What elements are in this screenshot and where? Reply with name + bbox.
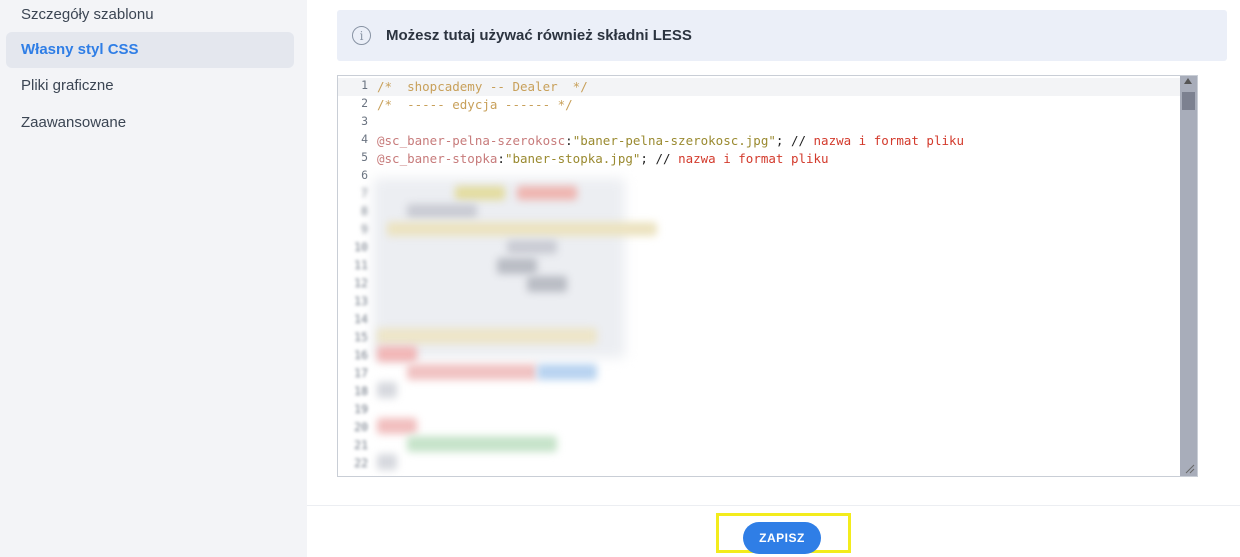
line-number: 3 xyxy=(361,114,368,128)
scroll-up-arrow-icon[interactable] xyxy=(1184,78,1192,84)
sidebar-item-template-details[interactable]: Szczegóły szablonu xyxy=(6,0,294,33)
code-line: /* ----- edycja ------ */ xyxy=(377,97,573,112)
blurred-code xyxy=(455,186,505,200)
line-number: 6 xyxy=(361,168,368,182)
line-number: 18 xyxy=(354,384,368,398)
info-circle-icon: i xyxy=(352,26,371,45)
line-number: 9 xyxy=(361,222,368,236)
blurred-code xyxy=(407,364,537,380)
blurred-code xyxy=(517,186,577,200)
info-banner: i Możesz tutaj używać również składni LE… xyxy=(337,10,1227,61)
blurred-code xyxy=(527,276,567,292)
code-line: /* shopcademy -- Dealer */ xyxy=(377,79,588,94)
blurred-code xyxy=(377,382,397,398)
css-code-editor[interactable]: 1 2 3 4 5 6 7 8 9 10 11 12 13 14 15 16 1… xyxy=(337,75,1198,477)
line-number: 8 xyxy=(361,204,368,218)
footer-bar: ZAPISZ xyxy=(307,505,1240,557)
line-number: 1 xyxy=(361,78,368,92)
blurred-code xyxy=(407,204,477,218)
line-number: 16 xyxy=(354,348,368,362)
line-number: 11 xyxy=(354,258,368,272)
blurred-code xyxy=(497,258,537,274)
editor-scrollbar[interactable] xyxy=(1180,76,1197,476)
sidebar-item-advanced[interactable]: Zaawansowane xyxy=(6,105,294,141)
blurred-code xyxy=(407,436,557,452)
code-line: @sc_baner-pelna-szerokosc:"baner-pelna-s… xyxy=(377,133,965,148)
code-line: @sc_baner-stopka:"baner-stopka.jpg"; // … xyxy=(377,151,829,166)
line-number: 20 xyxy=(354,420,368,434)
blurred-code xyxy=(377,328,597,344)
blurred-code xyxy=(537,364,597,380)
code-area[interactable]: /* shopcademy -- Dealer */ /* ----- edyc… xyxy=(373,76,1182,476)
line-number: 13 xyxy=(354,294,368,308)
line-number: 19 xyxy=(354,402,368,416)
blurred-code xyxy=(377,346,417,362)
line-number: 7 xyxy=(361,186,368,200)
line-number: 12 xyxy=(354,276,368,290)
sidebar-item-custom-css[interactable]: Własny styl CSS xyxy=(6,32,294,68)
line-number: 5 xyxy=(361,150,368,164)
scrollbar-thumb[interactable] xyxy=(1182,92,1195,110)
line-number-gutter: 1 2 3 4 5 6 7 8 9 10 11 12 13 14 15 16 1… xyxy=(338,76,372,476)
sidebar: Szczegóły szablonu Własny styl CSS Pliki… xyxy=(0,0,307,557)
line-number: 17 xyxy=(354,366,368,380)
sidebar-item-graphic-files[interactable]: Pliki graficzne xyxy=(6,68,294,104)
save-button[interactable]: ZAPISZ xyxy=(743,522,821,554)
blurred-code xyxy=(387,222,657,236)
line-number: 4 xyxy=(361,132,368,146)
blurred-code xyxy=(377,418,417,434)
main-content: i Możesz tutaj używać również składni LE… xyxy=(307,0,1240,557)
info-text: Możesz tutaj używać również składni LESS xyxy=(386,27,692,44)
line-number: 21 xyxy=(354,438,368,452)
line-number: 2 xyxy=(361,96,368,110)
blurred-code xyxy=(377,454,397,470)
line-number: 22 xyxy=(354,456,368,470)
line-number: 10 xyxy=(354,240,368,254)
line-number: 15 xyxy=(354,330,368,344)
blurred-code xyxy=(507,240,557,254)
resize-handle-icon[interactable] xyxy=(1183,462,1195,474)
line-number: 14 xyxy=(354,312,368,326)
